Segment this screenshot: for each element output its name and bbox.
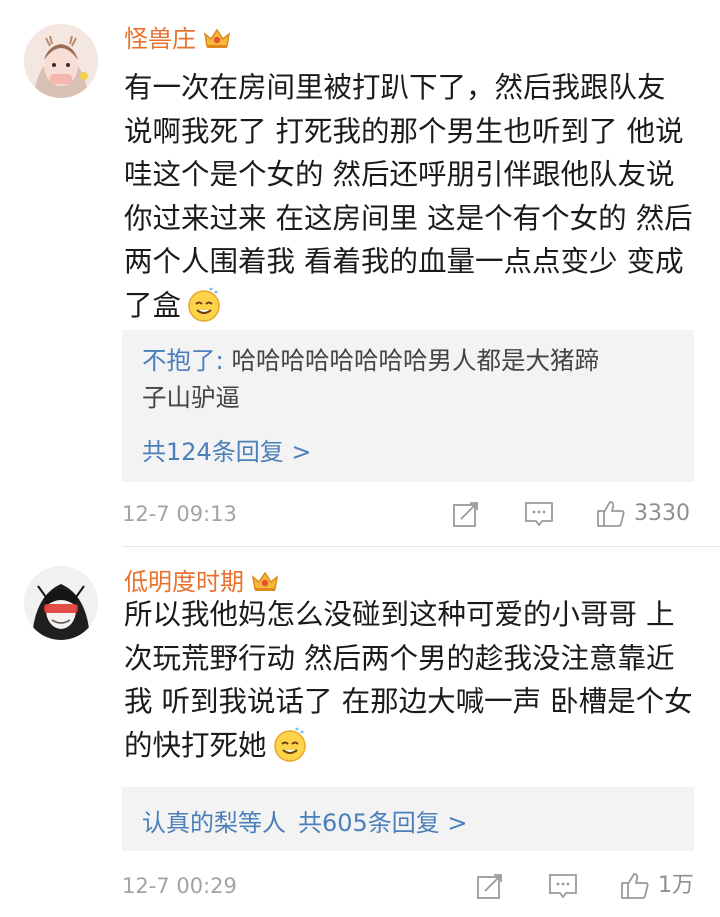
comment-item: 怪兽庄 有一次在房间里被打趴下了，然后我跟队友 说啊我死了 打死我的那个男生也听…	[0, 0, 720, 546]
comment-icon	[549, 874, 577, 899]
comment-line-text: 了盒	[124, 288, 182, 322]
reply-preview-box[interactable]: 不抱了: 哈哈哈哈哈哈哈哈男人都是大猪蹄子山驴逼 共124条回复 >	[122, 330, 694, 482]
comment-button[interactable]	[524, 499, 554, 529]
timestamp: 12-7 00:29	[122, 874, 237, 898]
comment-icon	[525, 502, 553, 527]
like-count: 1万	[658, 873, 694, 898]
avatar[interactable]	[24, 24, 98, 98]
vip-crown-icon	[203, 28, 231, 48]
comment-line: 两个人围着我 看着我的血量一点点变少 变成	[124, 245, 684, 278]
comment-text: 所以我他妈怎么没碰到这种可爱的小哥哥 上 次玩荒野行动 然后两个男的趁我没注意靠…	[124, 593, 704, 767]
comment-line: 说啊我死了 打死我的那个男生也听到了 他说	[124, 114, 684, 148]
comment-line: 哇这个是个女的 然后还呼朋引伴跟他队友说	[124, 158, 675, 191]
vip-crown-icon	[251, 571, 279, 591]
like-count: 3330	[634, 501, 690, 526]
share-icon	[477, 874, 502, 899]
comment-line-text: 的快打死她	[124, 728, 267, 762]
comment-line: 有一次在房间里被打趴下了，然后我跟队友	[124, 71, 666, 104]
view-replies-link[interactable]: 共124条回复 >	[142, 432, 312, 467]
reply-user[interactable]: 不抱了:	[142, 346, 224, 375]
comment-item: 低明度时期 所以我他妈怎么没碰到这种可爱的小哥哥 上 次玩荒野行动 然后两个男的…	[0, 546, 720, 917]
like-button[interactable]: 1万	[620, 871, 694, 901]
like-button[interactable]: 3330	[596, 499, 690, 529]
comment-button[interactable]	[548, 871, 578, 901]
reply-count[interactable]: 共605条回复 >	[298, 809, 468, 837]
comment-line: 次玩荒野行动 然后两个男的趁我没注意靠近	[124, 641, 675, 675]
sweat-smile-emoji-icon	[273, 727, 306, 762]
comment-line: 我 听到我说话了 在那边大喊一声 卧槽是个女	[124, 685, 693, 718]
comment-text: 有一次在房间里被打趴下了，然后我跟队友 说啊我死了 打死我的那个男生也听到了 他…	[124, 66, 704, 327]
share-button[interactable]	[452, 499, 480, 529]
username-text[interactable]: 怪兽庄	[124, 25, 196, 53]
avatar[interactable]	[24, 566, 98, 640]
view-replies-link[interactable]: 认真的梨等人 共605条回复 >	[142, 803, 468, 838]
username-text[interactable]: 低明度时期	[124, 568, 244, 596]
reply-text: 哈哈哈哈哈哈哈哈男人都是大猪蹄	[223, 346, 600, 375]
reply-text: 子山驴逼	[142, 383, 240, 412]
share-button[interactable]	[476, 871, 504, 901]
comment-line-last: 的快打死她	[124, 724, 704, 768]
comment-footer: 12-7 09:13 3330	[122, 499, 696, 529]
thumbs-up-icon	[597, 501, 625, 527]
share-icon	[453, 502, 478, 527]
reply-users[interactable]: 认真的梨等人	[142, 809, 286, 837]
reply-preview-box[interactable]: 认真的梨等人 共605条回复 >	[122, 787, 694, 851]
username[interactable]: 怪兽庄	[124, 24, 232, 54]
timestamp: 12-7 09:13	[122, 502, 237, 526]
sweat-smile-emoji-icon	[188, 287, 220, 322]
thumbs-up-icon	[621, 873, 649, 899]
comment-line: 你过来过来 在这房间里 这是个有个女的 然后	[124, 201, 693, 235]
comment-line: 所以我他妈怎么没碰到这种可爱的小哥哥 上	[124, 598, 675, 631]
reply-preview-text: 不抱了: 哈哈哈哈哈哈哈哈男人都是大猪蹄子山驴逼	[142, 342, 682, 416]
comment-footer: 12-7 00:29 1万	[122, 871, 696, 901]
comment-line-last: 了盒	[124, 284, 704, 328]
